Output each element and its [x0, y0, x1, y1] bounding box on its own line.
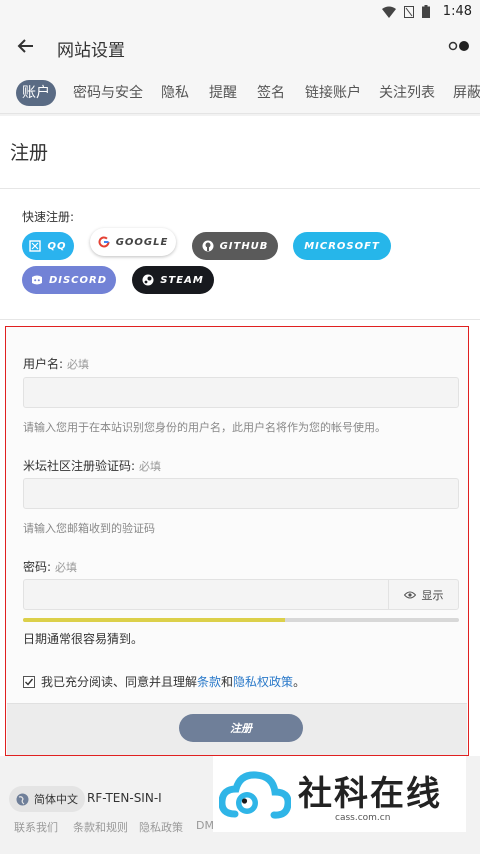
password-input[interactable]: 显示: [23, 579, 459, 610]
tab-connected-accounts[interactable]: 链接账户: [305, 80, 361, 106]
github-icon: [202, 240, 214, 252]
agree-text: 我已充分阅读、同意并且理解条款和隐私权政策。: [41, 675, 306, 689]
agree-row: 我已充分阅读、同意并且理解条款和隐私权政策。: [23, 673, 305, 690]
divider: [0, 188, 480, 189]
register-card: 注册 快速注册: QQ GOOGLE GITHUB MICROSOFT DISC…: [0, 116, 480, 756]
tab-account[interactable]: 账户: [16, 80, 56, 106]
notification-icon: [404, 5, 414, 18]
footer-code: RF-TEN-SIN-I: [87, 791, 162, 805]
google-icon: [98, 236, 110, 248]
footer-link-terms[interactable]: 条款和规则: [73, 819, 128, 835]
footer-link-contact[interactable]: 联系我们: [14, 819, 58, 835]
toggle-dot-icon[interactable]: [448, 40, 470, 52]
language-chooser[interactable]: 简体中文: [9, 786, 85, 812]
qq-login-button[interactable]: QQ: [22, 232, 74, 260]
cloud-logo-icon: [219, 771, 291, 819]
footer-link-privacy[interactable]: 隐私政策: [139, 819, 183, 835]
register-form: 用户名: 必填 请输入您用于在本站识别您身份的用户名，此用户名将作为您的帐号使用。…: [5, 326, 469, 756]
tab-following[interactable]: 关注列表: [379, 80, 435, 106]
privacy-link[interactable]: 隐私权政策: [233, 675, 293, 689]
tab-password-security[interactable]: 密码与安全: [73, 80, 143, 106]
submit-area: 注册: [7, 703, 467, 755]
password-strength-meter: [23, 618, 459, 622]
battery-icon: [422, 5, 430, 18]
password-label: 密码: 必填: [23, 560, 78, 574]
tab-signature[interactable]: 签名: [257, 80, 285, 106]
status-time: 1:48: [442, 4, 472, 19]
username-hint: 请输入您用于在本站识别您身份的用户名，此用户名将作为您的帐号使用。: [23, 421, 386, 434]
language-label: 简体中文: [34, 793, 78, 806]
tab-ignoring[interactable]: 屏蔽: [453, 80, 480, 106]
register-heading: 注册: [10, 142, 49, 164]
steam-login-button[interactable]: STEAM: [132, 266, 214, 294]
watermark: 社科在线 cass.com.cn: [213, 756, 466, 832]
microsoft-login-label: MICROSOFT: [304, 240, 380, 252]
github-login-button[interactable]: GITHUB: [192, 232, 278, 260]
google-login-button[interactable]: GOOGLE: [90, 228, 176, 256]
watermark-subtitle: cass.com.cn: [335, 813, 391, 823]
username-label: 用户名: 必填: [23, 357, 90, 371]
username-input[interactable]: [23, 377, 459, 408]
discord-login-button[interactable]: DISCORD: [22, 266, 116, 294]
eye-icon: [403, 591, 416, 598]
terms-link[interactable]: 条款: [197, 675, 221, 689]
show-password-button[interactable]: 显示: [388, 580, 458, 609]
footer-link-dmca[interactable]: DM: [196, 819, 214, 832]
qq-login-label: QQ: [47, 240, 67, 252]
verification-code-label: 米坛社区注册验证码: 必填: [23, 459, 162, 473]
agree-checkbox[interactable]: [23, 675, 35, 688]
discord-login-label: DISCORD: [48, 274, 108, 286]
verification-code-hint: 请输入您邮箱收到的验证码: [23, 522, 155, 535]
verification-code-input[interactable]: [23, 478, 459, 509]
steam-login-label: STEAM: [160, 274, 204, 286]
tab-alerts[interactable]: 提醒: [209, 80, 237, 106]
show-password-label: 显示: [421, 588, 444, 602]
status-bar: 1:48: [0, 0, 480, 24]
qq-icon: [29, 240, 42, 252]
github-login-label: GITHUB: [219, 240, 269, 252]
tab-privacy[interactable]: 隐私: [161, 80, 189, 106]
wifi-icon: [382, 6, 396, 18]
page-title: 网站设置: [57, 41, 125, 61]
settings-tabs: 账户 密码与安全 隐私 提醒 签名 链接账户 关注列表 屏蔽: [0, 70, 480, 114]
watermark-title: 社科在线: [298, 774, 442, 814]
google-login-label: GOOGLE: [115, 236, 169, 248]
globe-icon: [16, 793, 29, 805]
app-bar: 网站设置: [0, 24, 480, 70]
microsoft-login-button[interactable]: MICROSOFT: [293, 232, 391, 260]
register-submit-button[interactable]: 注册: [179, 714, 303, 742]
steam-icon: [142, 274, 154, 286]
password-strength-text: 日期通常很容易猜到。: [23, 632, 144, 646]
arrow-left-icon[interactable]: [16, 36, 36, 56]
divider: [0, 319, 480, 320]
password-strength-fill: [23, 618, 285, 622]
discord-icon: [31, 275, 42, 285]
quick-register-label: 快速注册:: [22, 210, 75, 224]
